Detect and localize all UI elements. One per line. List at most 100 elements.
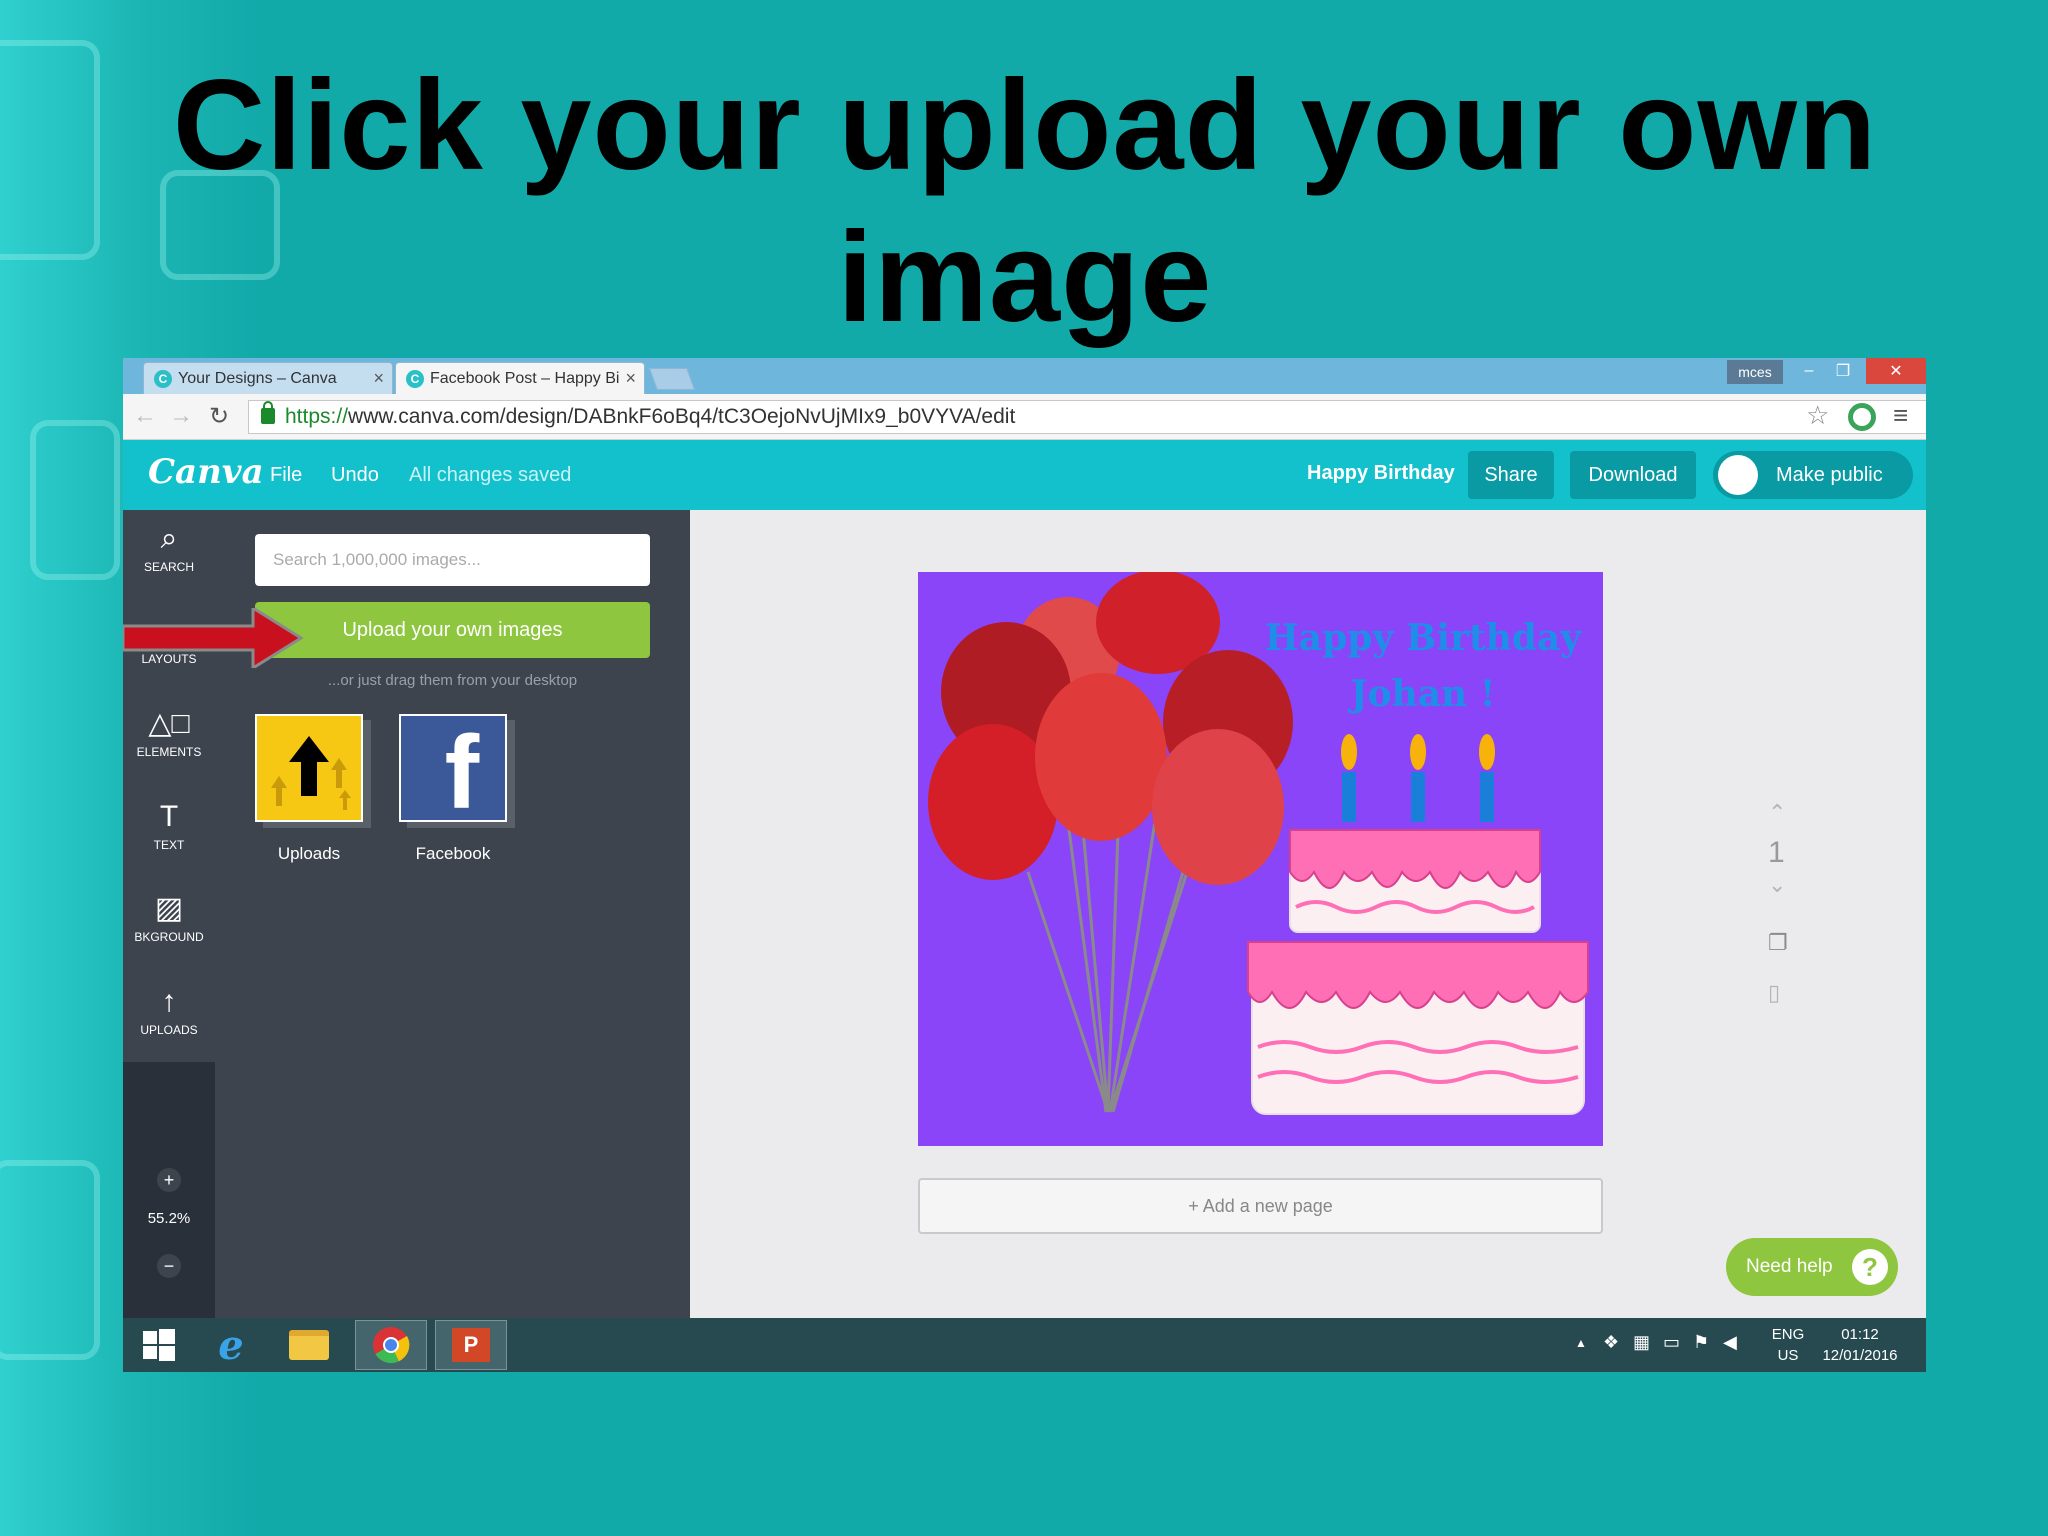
rail-label: SEARCH bbox=[143, 560, 194, 574]
save-status: All changes saved bbox=[409, 464, 572, 486]
search-icon: ⌕ bbox=[160, 522, 178, 555]
tab-label: Facebook Post – Happy Bi bbox=[430, 369, 620, 387]
delete-page-icon[interactable]: ▯ bbox=[1768, 980, 1780, 1006]
move-up-icon[interactable]: ⌃ bbox=[1768, 800, 1786, 826]
internet-explorer-icon: e bbox=[218, 1321, 244, 1369]
tab-facebook-post[interactable]: C Facebook Post – Happy Bi × bbox=[395, 362, 645, 394]
url-path: www.canva.com/design/DABnkF6oBq4/tC3Oejo… bbox=[348, 405, 1016, 428]
copy-page-icon[interactable]: ❐ bbox=[1768, 930, 1788, 956]
download-button[interactable]: Download bbox=[1570, 451, 1696, 499]
tab-label: Your Designs – Canva bbox=[178, 369, 337, 387]
upload-images-button[interactable]: Upload your own images bbox=[255, 602, 650, 658]
new-tab-button[interactable] bbox=[648, 368, 696, 390]
profile-badge[interactable]: mces bbox=[1727, 360, 1783, 384]
design-title[interactable]: Happy Birthday bbox=[1307, 462, 1455, 485]
chrome-app[interactable] bbox=[355, 1320, 427, 1370]
folder-label: Facebook bbox=[415, 844, 491, 863]
birthday-greeting[interactable]: Happy Birthday Johan ! bbox=[1258, 610, 1588, 722]
canva-header: Canva File Undo All changes saved Happy … bbox=[123, 440, 1926, 510]
close-window-icon[interactable]: ✕ bbox=[1866, 358, 1926, 384]
uploads-icon: ↑ bbox=[161, 985, 177, 1018]
windows-taskbar: e P ▲ ❖ ▦ ▭ ⚑ ◀ ENG US 01:12 12/01/2016 bbox=[123, 1318, 1926, 1372]
make-public-label: Make public bbox=[1776, 463, 1883, 486]
rail-label: TEXT bbox=[153, 838, 185, 852]
toggle-knob bbox=[1718, 455, 1758, 495]
slide-title: Click your upload your own image bbox=[172, 54, 1878, 349]
undo-button[interactable]: Undo bbox=[331, 464, 379, 487]
back-icon[interactable]: ← bbox=[133, 402, 157, 430]
background-frame-shape bbox=[0, 40, 100, 260]
add-page-button[interactable]: + Add a new page bbox=[918, 1178, 1603, 1234]
uploads-folder-icon bbox=[255, 714, 363, 822]
background-icon: ▨ bbox=[154, 892, 184, 925]
powerpoint-app[interactable]: P bbox=[435, 1320, 507, 1370]
make-public-toggle[interactable]: Make public bbox=[1713, 451, 1913, 499]
tab-your-designs[interactable]: C Your Designs – Canva × bbox=[143, 362, 393, 394]
forward-icon[interactable]: → bbox=[169, 402, 193, 430]
balloon bbox=[1035, 673, 1167, 841]
canva-favicon-icon: C bbox=[154, 369, 172, 388]
need-help-label: Need help bbox=[1746, 1256, 1833, 1277]
internet-explorer-app[interactable]: e bbox=[195, 1320, 267, 1370]
clock[interactable]: 01:12 12/01/2016 bbox=[1815, 1324, 1905, 1366]
browser-menu-icon[interactable]: ≡ bbox=[1893, 400, 1908, 431]
bookmark-star-icon[interactable]: ☆ bbox=[1806, 400, 1829, 431]
close-tab-icon[interactable]: × bbox=[625, 368, 636, 389]
url-field[interactable]: https:// www.canva.com/design/DABnkF6oBq… bbox=[248, 400, 1926, 434]
move-down-icon[interactable]: ⌄ bbox=[1768, 872, 1786, 898]
design-canvas[interactable]: Happy Birthday Johan ! bbox=[918, 572, 1603, 1146]
upload-arrows-icon bbox=[271, 736, 351, 810]
chrome-icon bbox=[373, 1327, 410, 1364]
page-number: 1 bbox=[1768, 836, 1785, 869]
rail-item-text[interactable]: T TEXT bbox=[123, 788, 215, 868]
canva-logo[interactable]: Canva bbox=[148, 452, 264, 492]
extension-icon[interactable] bbox=[1848, 403, 1876, 431]
lang-top: ENG bbox=[1771, 1326, 1805, 1343]
drag-hint: ...or just drag them from your desktop bbox=[327, 672, 578, 689]
show-hidden-icons[interactable]: ▲ bbox=[1575, 1336, 1587, 1350]
greeting-line: Johan ! bbox=[1350, 673, 1496, 715]
file-explorer-app[interactable] bbox=[273, 1320, 345, 1370]
folder-label: Uploads bbox=[277, 844, 341, 863]
rail-label: UPLOADS bbox=[140, 1023, 198, 1037]
start-button[interactable] bbox=[123, 1320, 195, 1370]
share-button[interactable]: Share bbox=[1468, 451, 1554, 499]
background-frame-shape bbox=[0, 1160, 100, 1360]
browser-window: C Your Designs – Canva × C Facebook Post… bbox=[123, 358, 1926, 1372]
image-search-input[interactable] bbox=[255, 534, 650, 586]
url-scheme: https:// bbox=[285, 405, 349, 428]
zoom-level: 55.2% bbox=[147, 1210, 191, 1227]
candles bbox=[1341, 734, 1495, 822]
dropbox-icon[interactable]: ❖ bbox=[1603, 1332, 1619, 1353]
rail-item-search[interactable]: ⌕ SEARCH bbox=[123, 510, 215, 590]
network-icon[interactable]: ▭ bbox=[1663, 1332, 1680, 1353]
windows-tray-icon[interactable]: ▦ bbox=[1633, 1332, 1650, 1353]
zoom-in-button[interactable]: + bbox=[157, 1168, 181, 1192]
rail-item-elements[interactable]: △□ ELEMENTS bbox=[123, 695, 215, 775]
rail-item-uploads[interactable]: ↑ UPLOADS bbox=[123, 973, 215, 1053]
lock-icon bbox=[261, 401, 275, 424]
volume-icon[interactable]: ◀ bbox=[1723, 1332, 1737, 1353]
windows-logo-icon bbox=[143, 1329, 175, 1361]
rail-label: BKGROUND bbox=[134, 930, 204, 944]
folder-icon bbox=[289, 1330, 329, 1360]
folder-facebook[interactable]: f Facebook bbox=[399, 714, 515, 864]
rail-label: ELEMENTS bbox=[136, 745, 202, 759]
action-center-flag-icon[interactable]: ⚑ bbox=[1693, 1332, 1709, 1353]
close-tab-icon[interactable]: × bbox=[373, 368, 384, 389]
rail-item-background[interactable]: ▨ BKGROUND bbox=[123, 880, 215, 960]
need-help-button[interactable]: Need help ? bbox=[1726, 1238, 1898, 1296]
zoom-out-button[interactable]: − bbox=[157, 1254, 181, 1278]
tab-bar: C Your Designs – Canva × C Facebook Post… bbox=[123, 358, 1926, 394]
reload-icon[interactable]: ↻ bbox=[209, 402, 229, 431]
help-icon: ? bbox=[1852, 1249, 1888, 1285]
facebook-icon: f bbox=[399, 714, 507, 822]
design-workspace: Happy Birthday Johan ! + Add a new page … bbox=[690, 510, 1926, 1318]
file-menu[interactable]: File bbox=[270, 464, 302, 487]
clock-time: 01:12 bbox=[1841, 1326, 1879, 1343]
folder-uploads[interactable]: Uploads bbox=[255, 714, 371, 864]
input-language[interactable]: ENG US bbox=[1763, 1324, 1813, 1366]
restore-icon[interactable]: ❐ bbox=[1823, 358, 1863, 384]
red-arrow-annotation bbox=[123, 608, 303, 668]
text-icon: T bbox=[159, 800, 179, 833]
